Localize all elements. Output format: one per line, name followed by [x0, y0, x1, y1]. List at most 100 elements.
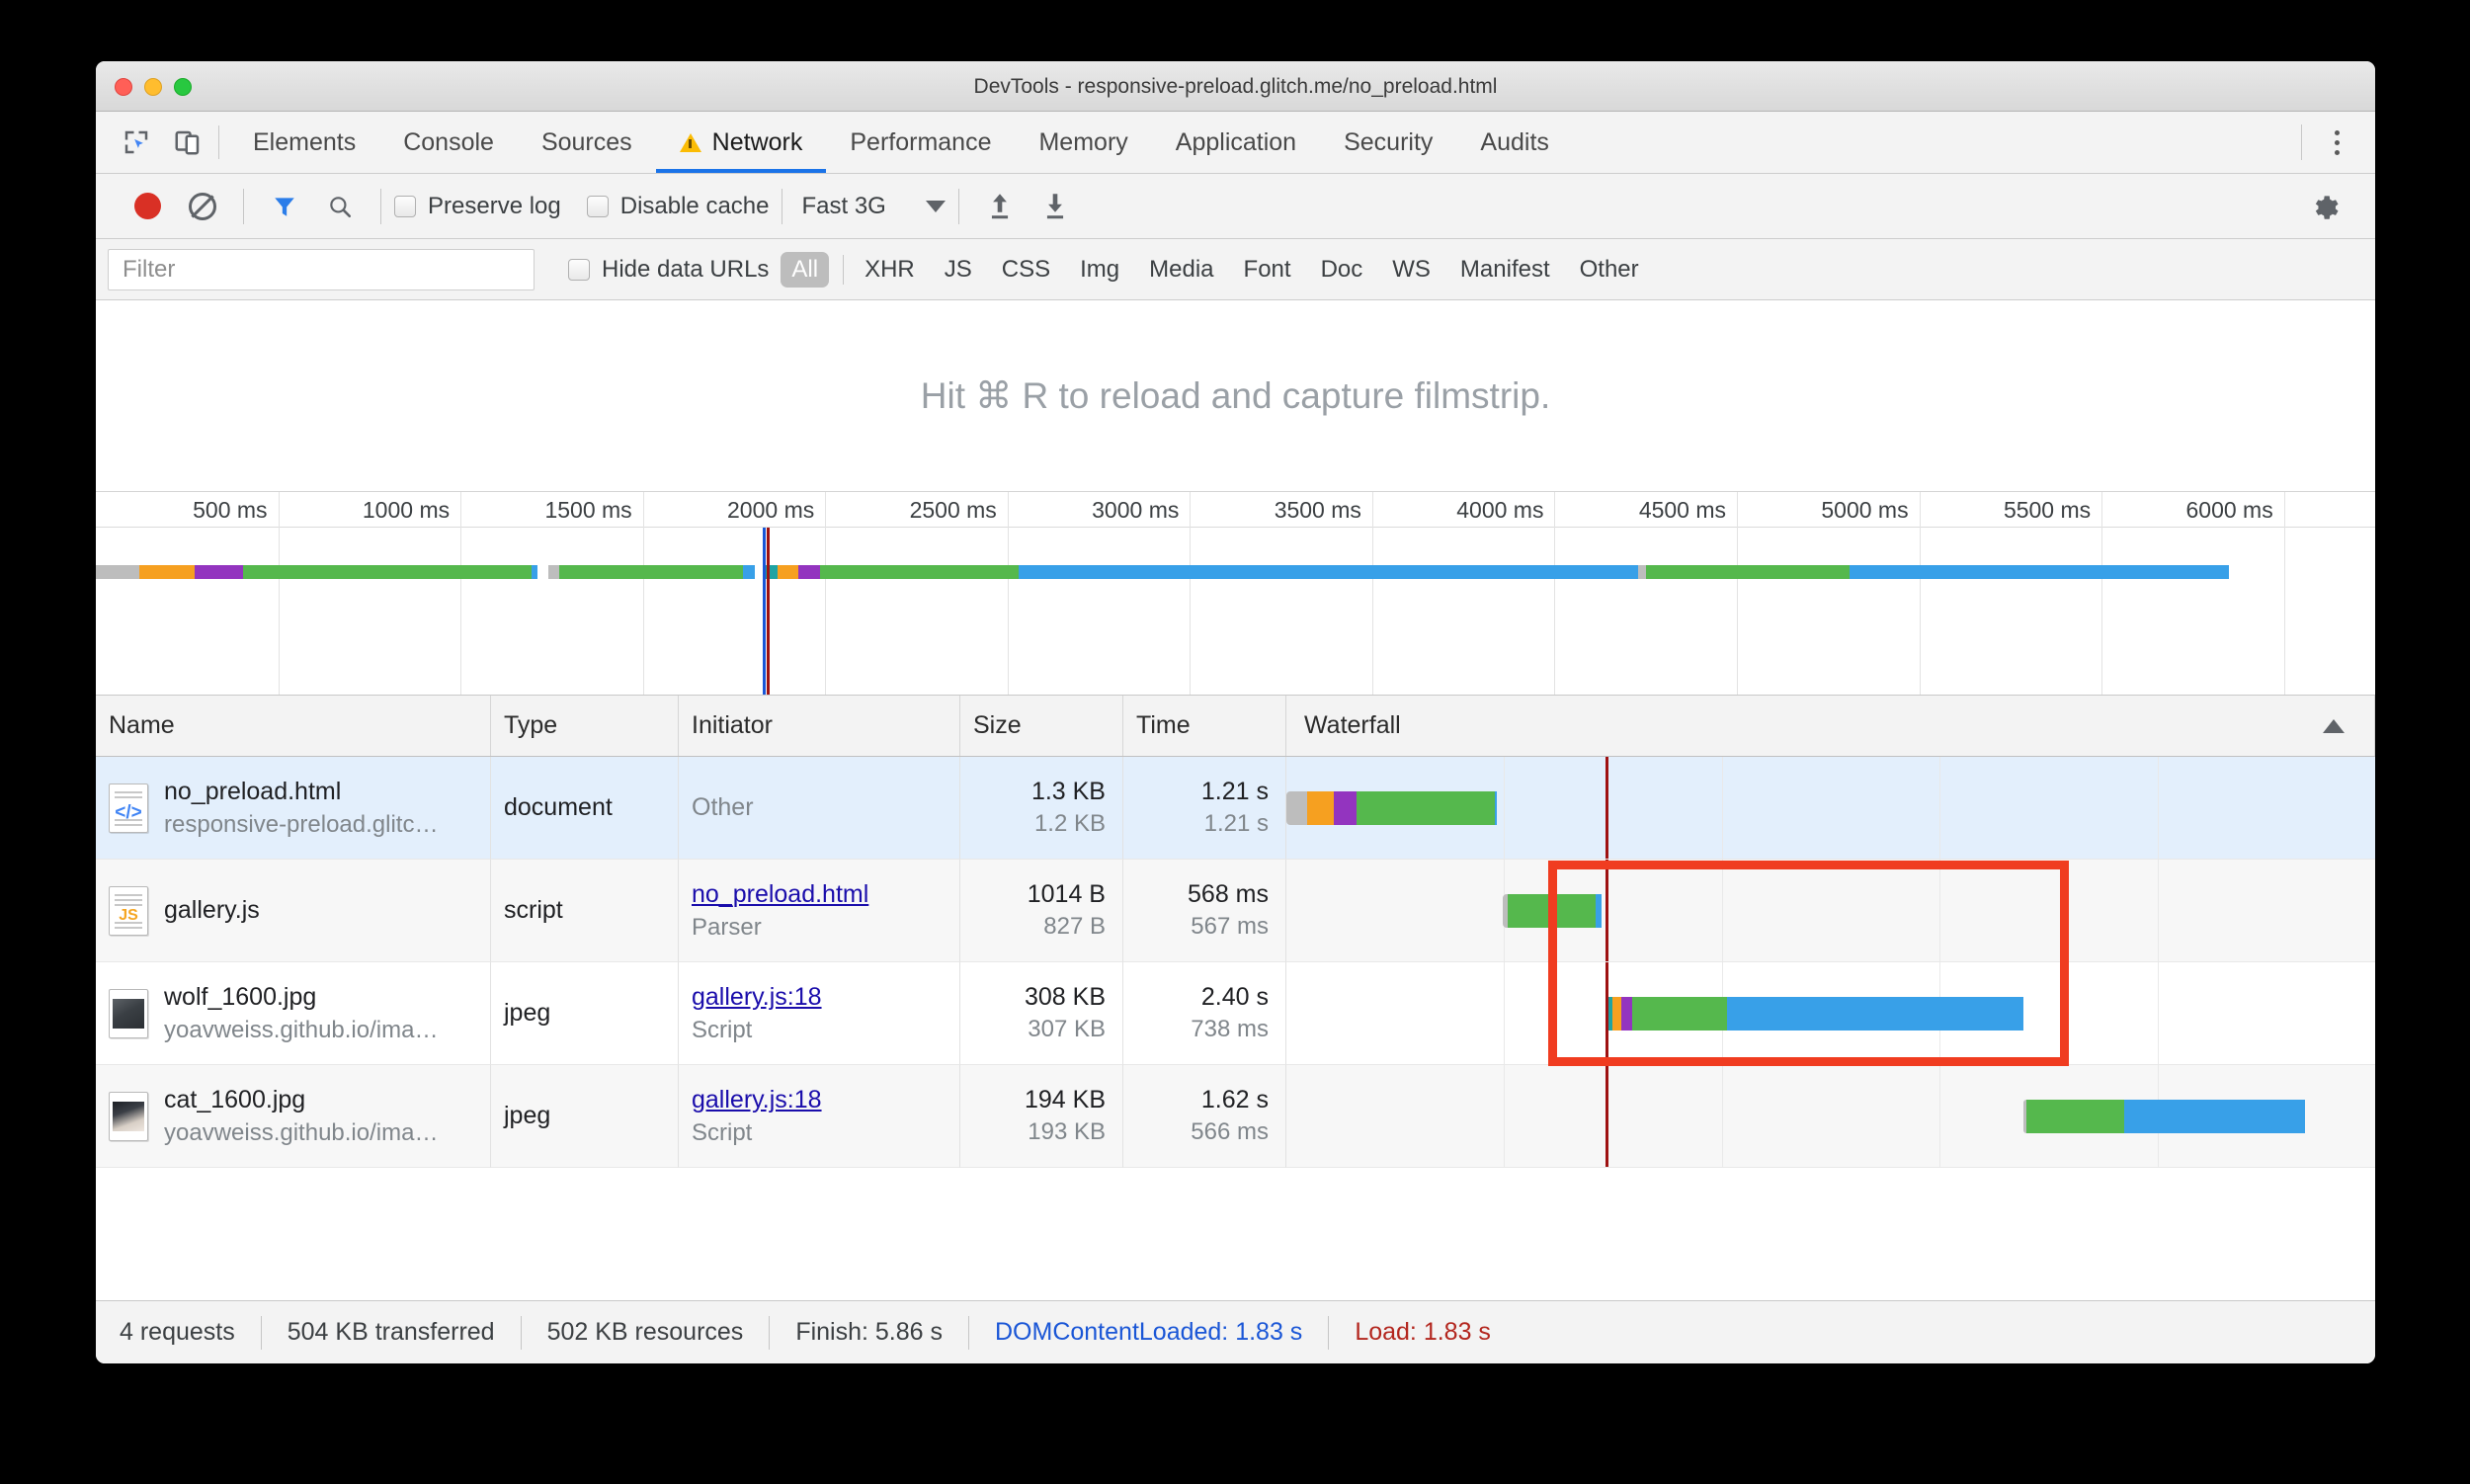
filter-chip-doc[interactable]: Doc [1310, 252, 1374, 288]
export-har-icon[interactable] [1028, 179, 1083, 234]
request-name: cat_1600.jpg [164, 1085, 306, 1113]
filmstrip-placeholder[interactable]: Hit ⌘ R to reload and capture filmstrip. [96, 300, 2375, 492]
initiator-sub: Parser [692, 913, 762, 941]
initiator-link[interactable]: gallery.js:18 [692, 983, 822, 1012]
column-header-name[interactable]: Name [96, 696, 491, 756]
filter-chip-font[interactable]: Font [1233, 252, 1302, 288]
tab-elements[interactable]: Elements [229, 112, 379, 173]
tab-label: Security [1344, 127, 1434, 156]
tab-audits[interactable]: Audits [1456, 112, 1572, 173]
waterfall-bar[interactable] [2022, 1099, 2306, 1133]
waterfall-gridline [2157, 962, 2159, 1064]
column-header-initiator[interactable]: Initiator [679, 696, 960, 756]
overview-segment [1018, 565, 1639, 579]
overview-segment [743, 565, 756, 579]
filter-chip-xhr[interactable]: XHR [854, 252, 926, 288]
waterfall-load-marker [1605, 860, 1608, 961]
cell-name[interactable]: cat_1600.jpg yoavweiss.github.io/ima… [96, 1065, 491, 1168]
disable-cache-checkbox[interactable]: Disable cache [586, 193, 769, 220]
table-row[interactable]: JS gallery.js script no_preload.html Parser 1… [96, 860, 2375, 962]
waterfall-bar[interactable] [1286, 790, 1498, 825]
filter-chip-all[interactable]: All [781, 251, 830, 288]
filter-chip-other[interactable]: Other [1569, 252, 1650, 288]
tab-console[interactable]: Console [379, 112, 518, 173]
import-har-icon[interactable] [972, 179, 1028, 234]
waterfall-segment-wait [2026, 1099, 2125, 1133]
cell-name[interactable]: JS gallery.js [96, 860, 491, 962]
size-sub: 827 B [1043, 913, 1106, 940]
record-button[interactable] [120, 179, 175, 234]
overview-segment [194, 565, 244, 579]
cell-size: 194 KB 193 KB [960, 1065, 1123, 1168]
inspect-element-icon[interactable] [118, 124, 155, 161]
filter-chip-media[interactable]: Media [1138, 252, 1224, 288]
waterfall-segment-queue [1286, 790, 1308, 825]
sort-ascending-arrow[interactable] [2323, 718, 2345, 733]
checkbox-box[interactable] [394, 195, 416, 217]
column-header-time[interactable]: Time [1123, 696, 1286, 756]
cell-waterfall[interactable] [1286, 1065, 2375, 1168]
cell-waterfall[interactable] [1286, 860, 2375, 962]
waterfall-segment-wait [1631, 996, 1728, 1031]
devtools-tabbar: Elements Console Sources Network Perform… [96, 112, 2375, 174]
filter-bar: Filter Hide data URLs All XHR JS CSS Img… [96, 239, 2375, 300]
cell-initiator[interactable]: no_preload.html Parser [679, 860, 960, 962]
checkbox-box[interactable] [568, 258, 590, 281]
overview-segment [1638, 565, 1646, 579]
cell-name[interactable]: </> no_preload.html responsive-preload.gli… [96, 757, 491, 860]
column-header-type[interactable]: Type [491, 696, 679, 756]
search-input[interactable]: Filter [108, 248, 535, 290]
status-transferred: 504 KB transferred [287, 1318, 495, 1346]
filter-chip-img[interactable]: Img [1069, 252, 1130, 288]
hide-data-urls-checkbox[interactable]: Hide data URLs [568, 256, 769, 284]
request-type: jpeg [504, 999, 551, 1027]
table-row[interactable]: wolf_1600.jpg yoavweiss.github.io/ima… jpe… [96, 962, 2375, 1065]
ruler-tick-label: 4000 ms [1456, 497, 1544, 523]
filter-chip-manifest[interactable]: Manifest [1449, 252, 1561, 288]
filter-toggle-icon[interactable] [257, 179, 312, 234]
overview-segment [139, 565, 195, 579]
clear-button[interactable] [175, 179, 230, 234]
overview-segment [96, 565, 140, 579]
initiator-link[interactable]: gallery.js:18 [692, 1086, 822, 1114]
tab-application[interactable]: Application [1152, 112, 1320, 173]
initiator-link: Other [692, 793, 754, 821]
preserve-log-checkbox[interactable]: Preserve log [394, 193, 561, 220]
tab-sources[interactable]: Sources [518, 112, 656, 173]
initiator-sub: Script [692, 1016, 753, 1043]
gear-icon[interactable] [2298, 179, 2353, 234]
table-row[interactable]: cat_1600.jpg yoavweiss.github.io/ima… jpeg… [96, 1065, 2375, 1168]
filmstrip-message: Hit ⌘ R to reload and capture filmstrip. [920, 375, 1551, 416]
filter-chip-list: XHR JS CSS Img Media Font Doc WS Manifes… [854, 252, 1650, 288]
ruler-tick-label: 2000 ms [727, 497, 815, 523]
cell-name[interactable]: wolf_1600.jpg yoavweiss.github.io/ima… [96, 962, 491, 1065]
tab-memory[interactable]: Memory [1015, 112, 1151, 173]
throttling-dropdown[interactable]: Fast 3G [795, 193, 946, 220]
waterfall-bar[interactable] [1502, 893, 1602, 928]
time-value: 1.21 s [1200, 778, 1269, 805]
cell-initiator[interactable]: gallery.js:18 Script [679, 962, 960, 1065]
tab-label: Application [1175, 127, 1297, 156]
toggle-device-toolbar-icon[interactable] [169, 124, 206, 161]
column-header-size[interactable]: Size [960, 696, 1123, 756]
tab-security[interactable]: Security [1320, 112, 1456, 173]
initiator-link[interactable]: no_preload.html [692, 880, 868, 909]
tab-network[interactable]: Network [655, 112, 827, 173]
table-row[interactable]: </> no_preload.html responsive-preload.gli… [96, 757, 2375, 860]
waterfall-bar[interactable] [1605, 996, 2023, 1031]
filter-chip-js[interactable]: JS [934, 252, 983, 288]
status-load: Load: 1.83 s [1355, 1318, 1491, 1346]
filter-chip-ws[interactable]: WS [1381, 252, 1441, 288]
request-domain: responsive-preload.glitc… [164, 810, 439, 838]
cell-initiator[interactable]: gallery.js:18 Script [679, 1065, 960, 1168]
search-icon[interactable] [312, 179, 368, 234]
cell-waterfall[interactable] [1286, 757, 2375, 860]
checkbox-box[interactable] [586, 195, 609, 217]
cell-waterfall[interactable] [1286, 962, 2375, 1065]
more-options-icon[interactable] [2322, 129, 2351, 155]
column-header-waterfall[interactable]: Waterfall [1286, 696, 2375, 756]
tab-performance[interactable]: Performance [826, 112, 1015, 173]
network-overview[interactable]: 500 ms 1000 ms 1500 ms 2000 ms 2500 ms 3000 m… [96, 492, 2375, 696]
cell-initiator[interactable]: Other [679, 757, 960, 860]
filter-chip-css[interactable]: CSS [991, 252, 1061, 288]
